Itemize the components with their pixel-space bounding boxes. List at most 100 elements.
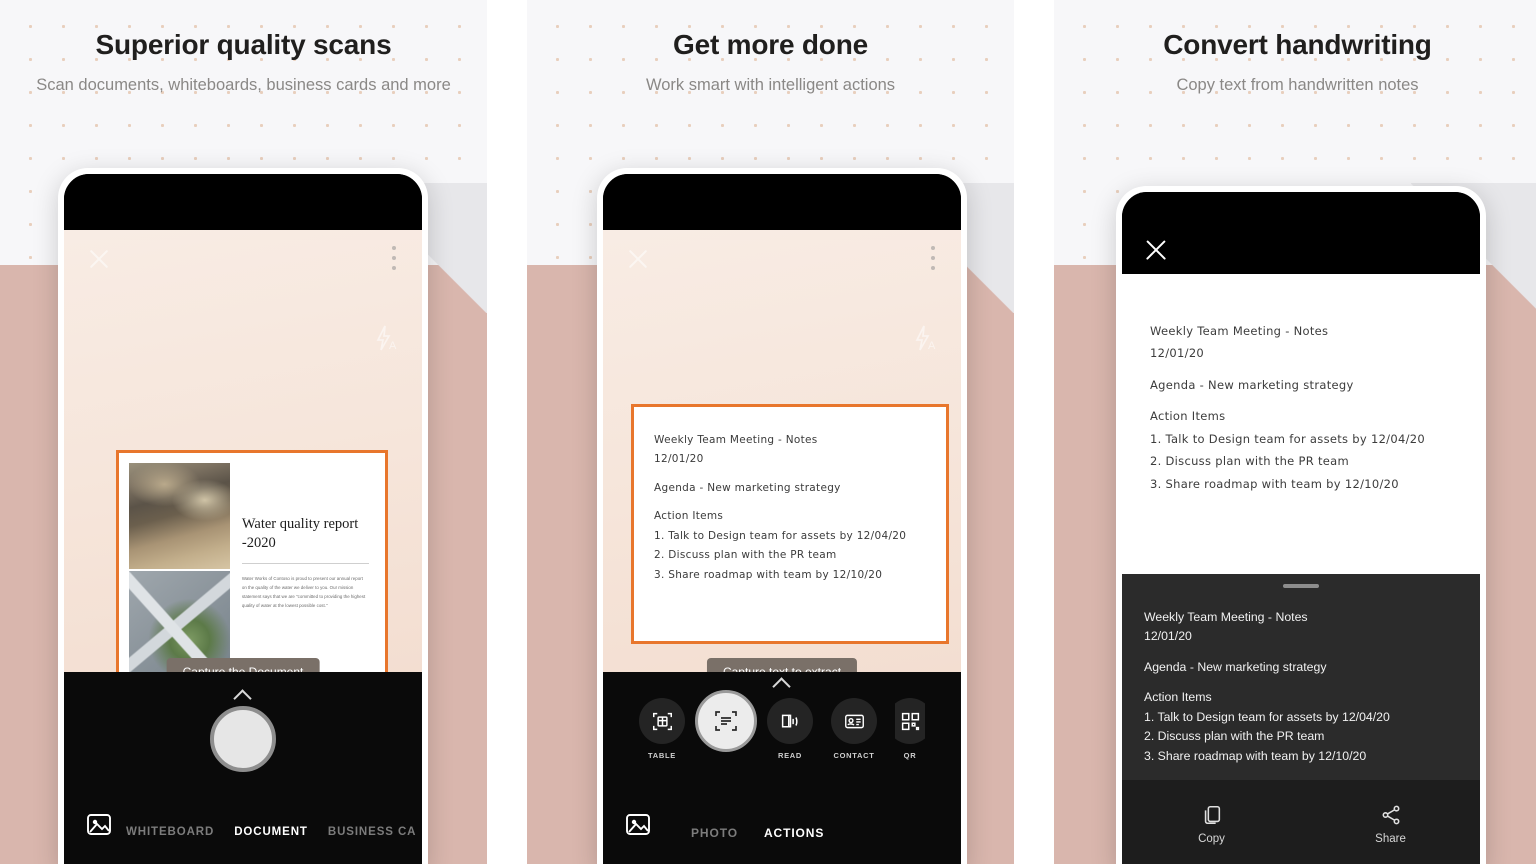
result-top-bar [1122,192,1480,274]
panel-header: Convert handwriting Copy text from handw… [1054,28,1536,96]
action-qr[interactable]: QR [895,698,925,760]
page-title: Get more done [673,29,868,60]
phone-screen: A Weekly Team Meeting - Notes 12/01/20 A… [603,174,961,864]
panel-header: Get more done Work smart with intelligen… [527,28,1014,96]
document-body-text: Water Works of Contoso is proud to prese… [241,576,366,609]
more-options-icon[interactable] [931,246,935,270]
qr-code-icon [895,698,925,744]
note-line-1: Weekly Team Meeting - Notes [654,434,818,446]
camera-tray: TABLE READ CONTACT QR PHOTO ACTIONS [603,672,961,864]
extracted-line-7: 3. Share roadmap with team by 12/10/20 [1144,748,1367,763]
extracted-line-3: Agenda - New marketing strategy [1144,659,1327,674]
close-icon[interactable] [625,246,651,272]
camera-mode-actions[interactable]: ACTIONS [764,826,824,840]
extracted-text[interactable]: Weekly Team Meeting - Notes 12/01/20 Age… [1144,608,1462,766]
extracted-line-1: Weekly Team Meeting - Notes [1144,610,1308,624]
extracted-line-2: 12/01/20 [1144,629,1192,644]
extracted-text-sheet: Weekly Team Meeting - Notes 12/01/20 Age… [1122,574,1480,864]
copy-label: Copy [1198,832,1225,845]
note-line-7: 3. Share roadmap with team by 12/10/20 [1150,476,1399,491]
divider [241,563,369,565]
action-label: TABLE [648,751,676,760]
table-scan-icon [639,698,685,744]
page-subtitle: Scan documents, whiteboards, business ca… [36,75,451,94]
phone-screen: A Water quality report -2020 Water Works… [64,174,422,864]
action-contact[interactable]: CONTACT [831,698,877,760]
note-line-4: Action Items [1150,409,1226,424]
read-aloud-icon [767,698,813,744]
feature-panel-actions: Get more done Work smart with intelligen… [527,0,1014,864]
camera-mode-list: PHOTO ACTIONS [603,826,961,840]
action-label: QR [903,751,917,760]
note-line-2: 12/01/20 [654,453,704,466]
camera-viewfinder: A Water quality report -2020 Water Works… [64,230,422,798]
riverbank-photo [129,463,230,569]
note-line-5: 1. Talk to Design team for assets by 12/… [654,529,907,542]
panel-divider-2 [1014,0,1054,864]
camera-viewfinder: A Weekly Team Meeting - Notes 12/01/20 A… [603,230,961,672]
share-icon [1382,805,1399,824]
page-subtitle: Work smart with intelligent actions [645,75,896,94]
phone-screen: Weekly Team Meeting - Notes 12/01/20 Age… [1122,192,1480,864]
phone-notch [64,174,422,230]
camera-mode-list: WHITEBOARD DOCUMENT BUSINESS CA [64,826,422,838]
extracted-line-4: Action Items [1144,690,1212,705]
close-icon[interactable] [86,246,112,272]
camera-mode-document[interactable]: DOCUMENT [234,826,308,838]
note-line-6: 2. Discuss plan with the PR team [1150,454,1350,469]
note-line-4: Action Items [654,510,724,523]
svg-text:A: A [928,340,936,352]
phone-notch [603,174,961,230]
app-store-screenshot-gallery: Superior quality scans Scan documents, w… [0,0,1536,864]
sheet-drag-handle[interactable] [1283,584,1319,588]
flash-auto-icon[interactable]: A [370,322,402,354]
share-label: Share [1375,832,1406,845]
note-line-5: 1. Talk to Design team for assets by 12/… [1150,431,1425,446]
page-subtitle: Copy text from handwritten notes [1176,75,1419,94]
extracted-line-5: 1. Talk to Design team for assets by 12/… [1144,709,1390,724]
share-button[interactable]: Share [1301,804,1480,845]
svg-text:A: A [389,340,397,352]
action-label: READ [777,751,803,760]
note-text: Weekly Team Meeting - Notes 12/01/20 Age… [654,431,926,585]
handwritten-note-preview: Weekly Team Meeting - Notes 12/01/20 Age… [631,404,949,644]
action-table[interactable]: TABLE [639,698,685,760]
camera-mode-photo[interactable]: PHOTO [691,826,738,840]
flash-auto-icon[interactable]: A [909,322,941,354]
camera-tray: WHITEBOARD DOCUMENT BUSINESS CA [64,672,422,864]
close-icon[interactable] [1142,236,1170,264]
camera-mode-whiteboard[interactable]: WHITEBOARD [126,826,214,838]
action-text-extract[interactable] [695,690,757,759]
extracted-line-6: 2. Discuss plan with the PR team [1144,729,1325,744]
note-line-3: Agenda - New marketing strategy [1150,377,1354,392]
document-title: Water quality report -2020 [241,516,359,551]
action-label: CONTACT [833,751,875,760]
note-text: Weekly Team Meeting - Notes 12/01/20 Age… [1150,320,1452,495]
action-read[interactable]: READ [767,698,813,760]
note-line-3: Agenda - New marketing strategy [654,481,841,494]
camera-mode-business-card[interactable]: BUSINESS CA [328,826,417,838]
page-title: Superior quality scans [95,29,392,60]
panel-divider-1 [487,0,527,864]
feature-panel-handwriting: Convert handwriting Copy text from handw… [1054,0,1536,864]
phone-mockup: A Weekly Team Meeting - Notes 12/01/20 A… [597,168,967,864]
note-line-6: 2. Discuss plan with the PR team [654,549,837,562]
result-action-bar: Copy Share [1122,780,1480,864]
more-options-icon[interactable] [392,246,396,270]
copy-button[interactable]: Copy [1122,804,1301,845]
chevron-up-icon[interactable] [772,676,792,688]
feature-panel-scans: Superior quality scans Scan documents, w… [0,0,487,864]
shutter-button[interactable] [210,706,276,772]
phone-mockup: A Water quality report -2020 Water Works… [58,168,428,864]
page-title: Convert handwriting [1163,29,1432,60]
text-scan-icon [695,690,757,752]
scanned-note-image: Weekly Team Meeting - Notes 12/01/20 Age… [1122,274,1480,574]
panel-header: Superior quality scans Scan documents, w… [0,28,487,96]
action-button-row: TABLE READ CONTACT QR [603,690,961,760]
phone-mockup: Weekly Team Meeting - Notes 12/01/20 Age… [1116,186,1486,864]
copy-icon [1204,805,1220,824]
chevron-up-icon[interactable] [233,688,253,700]
note-line-7: 3. Share roadmap with team by 12/10/20 [654,568,883,581]
note-line-1: Weekly Team Meeting - Notes [1150,324,1329,338]
note-line-2: 12/01/20 [1150,346,1205,361]
